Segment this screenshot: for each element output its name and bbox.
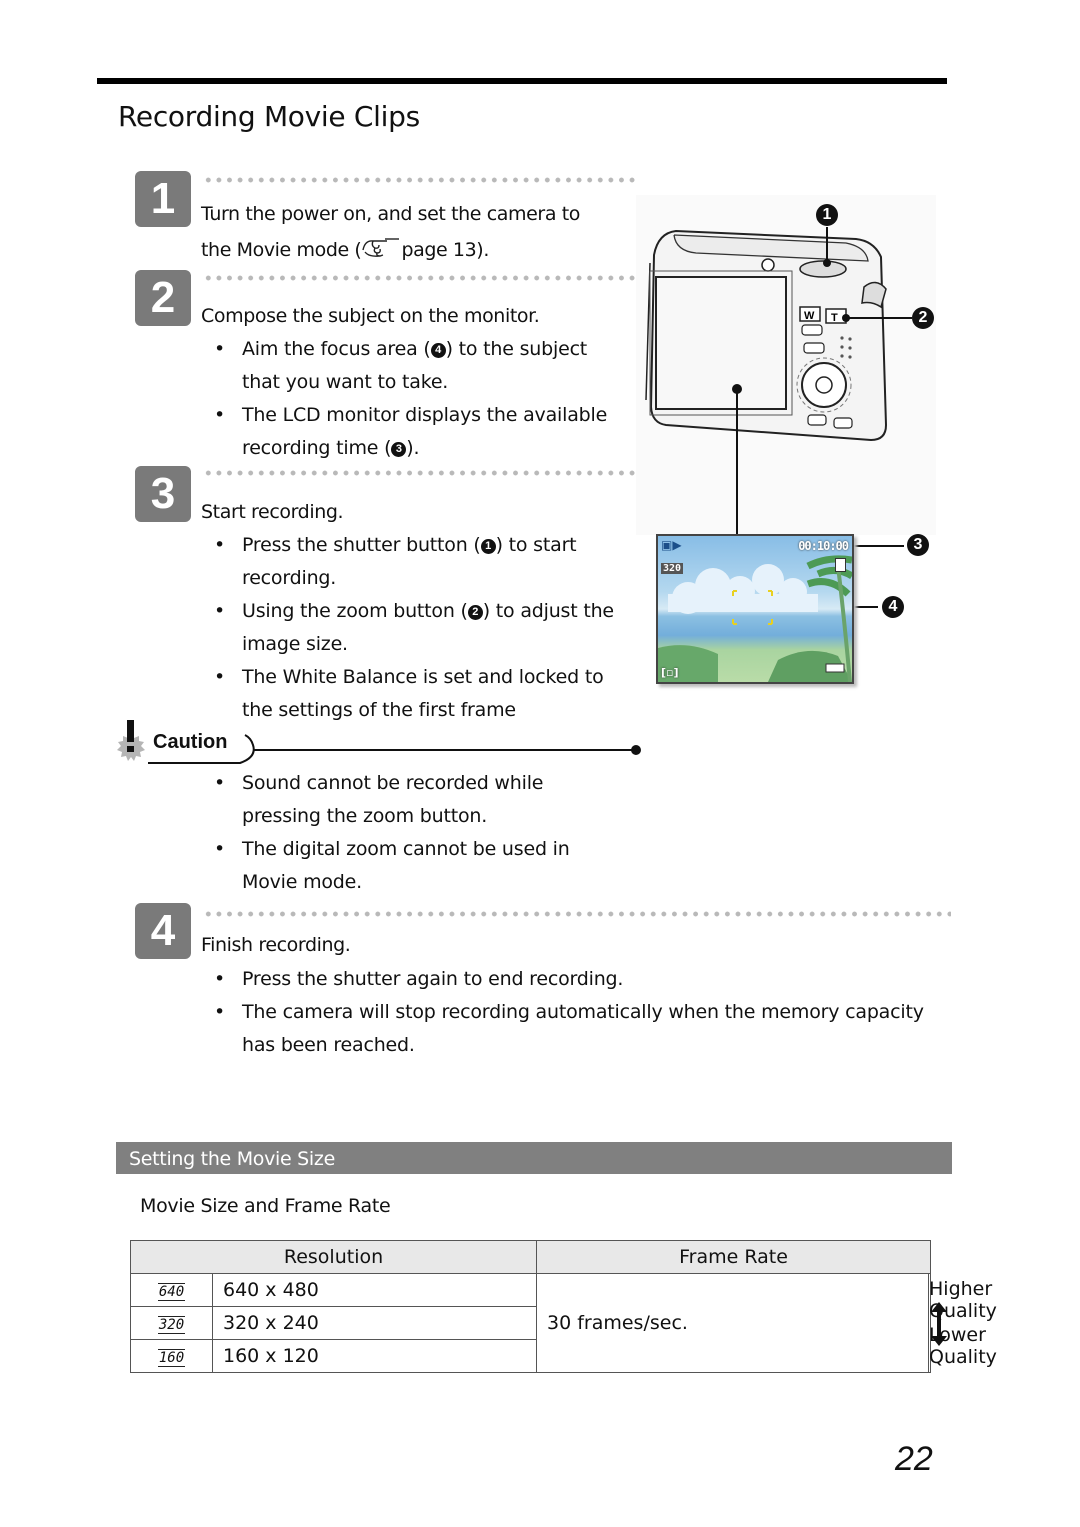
- step-4-heading: Finish recording.: [201, 934, 351, 956]
- pointing-hand-icon: [361, 236, 401, 257]
- resolution-value: 160 x 120: [212, 1339, 537, 1373]
- battery-icon: [849, 679, 850, 680]
- section-header: Setting the Movie Size: [116, 1142, 952, 1174]
- step-4-badge: 4: [135, 903, 191, 959]
- movie-camera-icon: ▣▶: [661, 538, 682, 552]
- bullet-text: The camera will stop recording automatic…: [242, 1001, 924, 1023]
- caution-exclamation-icon: [113, 720, 149, 768]
- step-4-bullets: Press the shutter again to end recording…: [214, 963, 962, 1062]
- bullet-text: has been reached.: [242, 1034, 415, 1056]
- top-rule: [97, 78, 947, 84]
- lcd-size-indicator: 320: [661, 563, 684, 574]
- list-item: The digital zoom cannot be used in Movie…: [214, 833, 642, 899]
- caution-bullets: Sound cannot be recorded while pressing …: [214, 767, 642, 899]
- list-item: Press the shutter again to end recording…: [214, 963, 962, 996]
- callout-3-icon: 3: [907, 534, 929, 556]
- zoom-w-label: W: [804, 310, 815, 322]
- dotted-divider: [203, 275, 635, 281]
- step-1-heading-suffix: page 13).: [401, 239, 489, 261]
- size-160-icon: 160: [157, 1349, 186, 1367]
- bullet-text: Aim the focus area (: [242, 338, 431, 360]
- step-1-heading-prefix: the Movie mode (: [201, 239, 362, 261]
- step-3-heading: Start recording.: [201, 501, 344, 523]
- section-title: Setting the Movie Size: [129, 1148, 335, 1170]
- bullet-text: The White Balance is set and locked to: [242, 666, 604, 688]
- bullet-text: recording.: [242, 567, 337, 589]
- callout-3-icon: 3: [391, 442, 407, 457]
- callout-4-icon: 4: [430, 343, 446, 358]
- step-1-heading-line1: Turn the power on, and set the camera to: [201, 203, 580, 225]
- step-2-badge: 2: [135, 270, 191, 326]
- list-item: Using the zoom button (2) to adjust the …: [214, 595, 642, 661]
- dotted-divider: [203, 470, 635, 476]
- dotted-divider: [203, 177, 635, 183]
- camera-illustration: W T 1 2 3 4 ▣▶ 320 00:10:00 [▫]: [636, 195, 936, 685]
- step-3-bullets: Press the shutter button (1) to start re…: [214, 529, 642, 727]
- bullet-text: ).: [406, 437, 420, 459]
- table-header-row: Resolution Frame Rate: [130, 1240, 931, 1274]
- resolution-icon-cell: 320: [130, 1306, 213, 1340]
- bullet-text: ) to adjust the: [482, 600, 614, 622]
- list-item: Sound cannot be recorded while pressing …: [214, 767, 642, 833]
- resolution-value: 320 x 240: [212, 1306, 537, 1340]
- movie-size-table: Resolution Frame Rate 640 640 x 480 30 f…: [130, 1240, 997, 1373]
- step-2-bullets: Aim the focus area (4) to the subject th…: [214, 333, 642, 465]
- page-number: 22: [895, 1440, 933, 1478]
- memory-card-icon: [835, 558, 846, 572]
- zoom-t-label: T: [831, 312, 838, 324]
- dotted-divider: [203, 911, 951, 917]
- list-item: The camera will stop recording automatic…: [214, 996, 962, 1062]
- bullet-text: that you want to take.: [242, 371, 449, 393]
- caution-divider: [145, 733, 645, 769]
- quality-cell: Higher Quality Lower Quality: [928, 1273, 997, 1373]
- list-item: Aim the focus area (4) to the subject th…: [214, 333, 642, 399]
- bullet-text: Using the zoom button (: [242, 600, 468, 622]
- step-3-badge: 3: [135, 466, 191, 522]
- table-title: Movie Size and Frame Rate: [140, 1195, 391, 1217]
- size-640-icon: 640: [157, 1283, 186, 1301]
- list-item: The LCD monitor displays the available r…: [214, 399, 642, 465]
- callout-4-icon: 4: [882, 596, 904, 618]
- size-320-icon: 320: [157, 1316, 186, 1334]
- bullet-text: The digital zoom cannot be used in: [242, 838, 570, 860]
- bullet-text: recording time (: [242, 437, 392, 459]
- resolution-icon-cell: 160: [130, 1339, 213, 1373]
- bullet-text: ) to the subject: [445, 338, 588, 360]
- callout-2-icon: 2: [467, 605, 483, 620]
- lcd-screen: ▣▶ 320 00:10:00 [▫]: [656, 534, 854, 684]
- step-1-heading-line2: the Movie mode ( page 13).: [201, 236, 489, 261]
- frame-rate-value: 30 frames/sec.: [536, 1273, 929, 1373]
- callout-2-icon: 2: [912, 307, 934, 329]
- step-2-heading: Compose the subject on the monitor.: [201, 305, 540, 327]
- bullet-text: Press the shutter button (: [242, 534, 481, 556]
- page-title: Recording Movie Clips: [118, 100, 420, 133]
- lcd-recording-timer: 00:10:00: [798, 539, 849, 553]
- bullet-text: Press the shutter again to end recording…: [242, 968, 624, 990]
- callout-1-icon: 1: [816, 204, 838, 226]
- bullet-text: image size.: [242, 633, 348, 655]
- bullet-text: ) to start: [495, 534, 577, 556]
- bullet-text: pressing the zoom button.: [242, 805, 488, 827]
- header-frame-rate: Frame Rate: [536, 1240, 931, 1274]
- header-resolution: Resolution: [130, 1240, 537, 1274]
- resolution-value: 640 x 480: [212, 1273, 537, 1307]
- focus-frame-icon: [▫]: [661, 666, 679, 679]
- step-1-badge: 1: [135, 171, 191, 227]
- quality-low-label: Lower Quality: [929, 1324, 997, 1368]
- bullet-text: Sound cannot be recorded while: [242, 772, 544, 794]
- list-item: The White Balance is set and locked to t…: [214, 661, 642, 727]
- bullet-text: The LCD monitor displays the available: [242, 404, 608, 426]
- list-item: Press the shutter button (1) to start re…: [214, 529, 642, 595]
- table-row: 640 640 x 480 30 frames/sec. Higher Qual…: [130, 1273, 997, 1373]
- bullet-text: Movie mode.: [242, 871, 362, 893]
- resolution-icon-cell: 640: [130, 1273, 213, 1307]
- bullet-text: the settings of the first frame: [242, 699, 516, 721]
- callout-1-icon: 1: [480, 539, 496, 554]
